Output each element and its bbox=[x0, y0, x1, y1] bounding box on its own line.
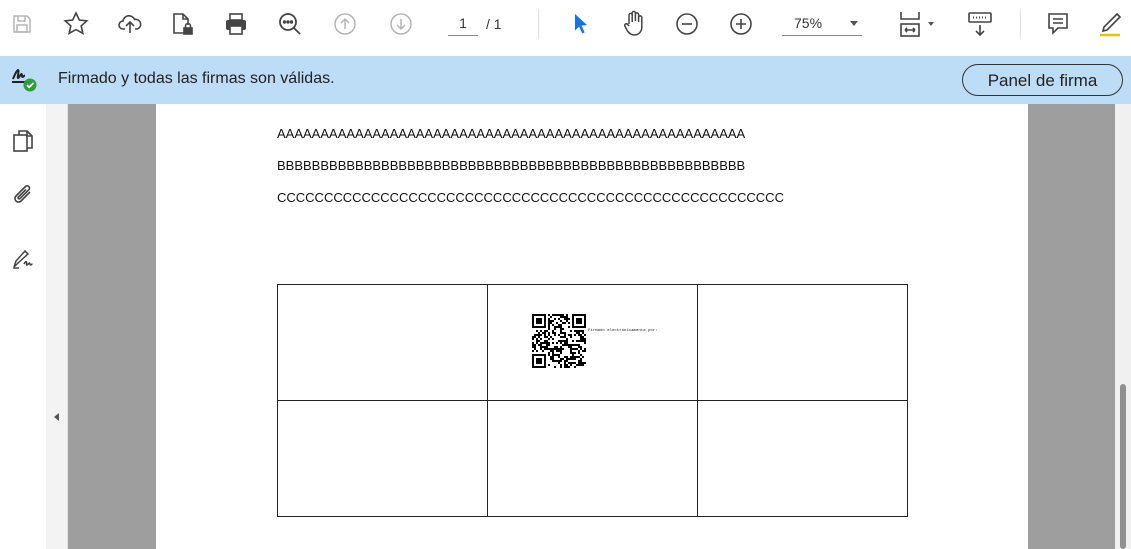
table-row: Firmado electrónicamente por: bbox=[277, 284, 908, 401]
chevron-down-icon bbox=[850, 21, 858, 26]
toolbar-divider bbox=[538, 9, 539, 39]
table-cell bbox=[697, 284, 908, 401]
select-cursor-icon[interactable] bbox=[566, 0, 596, 48]
collapse-arrow-icon[interactable] bbox=[54, 413, 59, 421]
table-row bbox=[277, 400, 908, 517]
signature-status-bar: Firmado y todas las firmas son válidas. … bbox=[0, 56, 1131, 104]
top-toolbar: 1 / 1 75% bbox=[0, 0, 1131, 56]
attachment-icon[interactable] bbox=[8, 180, 38, 210]
save-icon[interactable] bbox=[6, 0, 38, 48]
left-tool-rail bbox=[0, 104, 46, 549]
hand-tool-icon[interactable] bbox=[616, 0, 652, 48]
document-line: BBBBBBBBBBBBBBBBBBBBBBBBBBBBBBBBBBBBBBBB… bbox=[277, 158, 746, 173]
comment-icon[interactable] bbox=[1040, 0, 1076, 48]
zoom-out-icon[interactable] bbox=[670, 0, 704, 48]
page-up-icon[interactable] bbox=[328, 0, 362, 48]
vertical-scrollbar[interactable] bbox=[1115, 104, 1131, 549]
table-cell bbox=[697, 400, 908, 517]
document-viewer[interactable]: AAAAAAAAAAAAAAAAAAAAAAAAAAAAAAAAAAAAAAAA… bbox=[68, 104, 1131, 549]
page-total-label: / 1 bbox=[486, 16, 502, 32]
signature-panel-button[interactable]: Panel de firma bbox=[962, 64, 1123, 96]
qr-code bbox=[532, 314, 586, 368]
table-cell: Firmado electrónicamente por: bbox=[487, 284, 698, 401]
zoom-in-icon[interactable] bbox=[724, 0, 758, 48]
page-number-input[interactable]: 1 bbox=[448, 12, 478, 36]
highlight-pen-icon[interactable] bbox=[1092, 0, 1128, 48]
cloud-upload-icon[interactable] bbox=[112, 0, 148, 48]
zoom-search-icon[interactable] bbox=[272, 0, 308, 48]
page-fit-icon[interactable] bbox=[890, 0, 934, 48]
toolbar-divider bbox=[1020, 9, 1021, 39]
pdf-page: AAAAAAAAAAAAAAAAAAAAAAAAAAAAAAAAAAAAAAAA… bbox=[156, 104, 1028, 549]
table-cell bbox=[487, 400, 698, 517]
page-down-icon[interactable] bbox=[384, 0, 418, 48]
document-line: CCCCCCCCCCCCCCCCCCCCCCCCCCCCCCCCCCCCCCCC… bbox=[277, 190, 784, 205]
page-fit-chevron-icon bbox=[928, 22, 934, 26]
bookmark-star-icon[interactable] bbox=[58, 0, 94, 48]
document-line: AAAAAAAAAAAAAAAAAAAAAAAAAAAAAAAAAAAAAAAA… bbox=[277, 126, 746, 141]
table-cell bbox=[277, 400, 488, 517]
zoom-level-select[interactable]: 75% bbox=[782, 12, 862, 36]
pages-icon[interactable] bbox=[8, 126, 38, 156]
protect-file-icon[interactable] bbox=[164, 0, 200, 48]
signature-status-message: Firmado y todas las firmas son válidas. bbox=[58, 70, 335, 87]
signature-valid-icon bbox=[10, 65, 38, 93]
document-table: Firmado electrónicamente por: bbox=[277, 284, 908, 517]
table-cell bbox=[277, 284, 488, 401]
zoom-level-value: 75% bbox=[794, 15, 823, 31]
signature-icon[interactable] bbox=[8, 244, 38, 274]
print-icon[interactable] bbox=[218, 0, 254, 48]
sidebar-collapse-strip[interactable] bbox=[46, 104, 68, 549]
qr-caption: Firmado electrónicamente por: bbox=[588, 329, 658, 333]
scroll-mode-icon[interactable] bbox=[962, 0, 998, 48]
scrollbar-thumb[interactable] bbox=[1120, 384, 1126, 549]
